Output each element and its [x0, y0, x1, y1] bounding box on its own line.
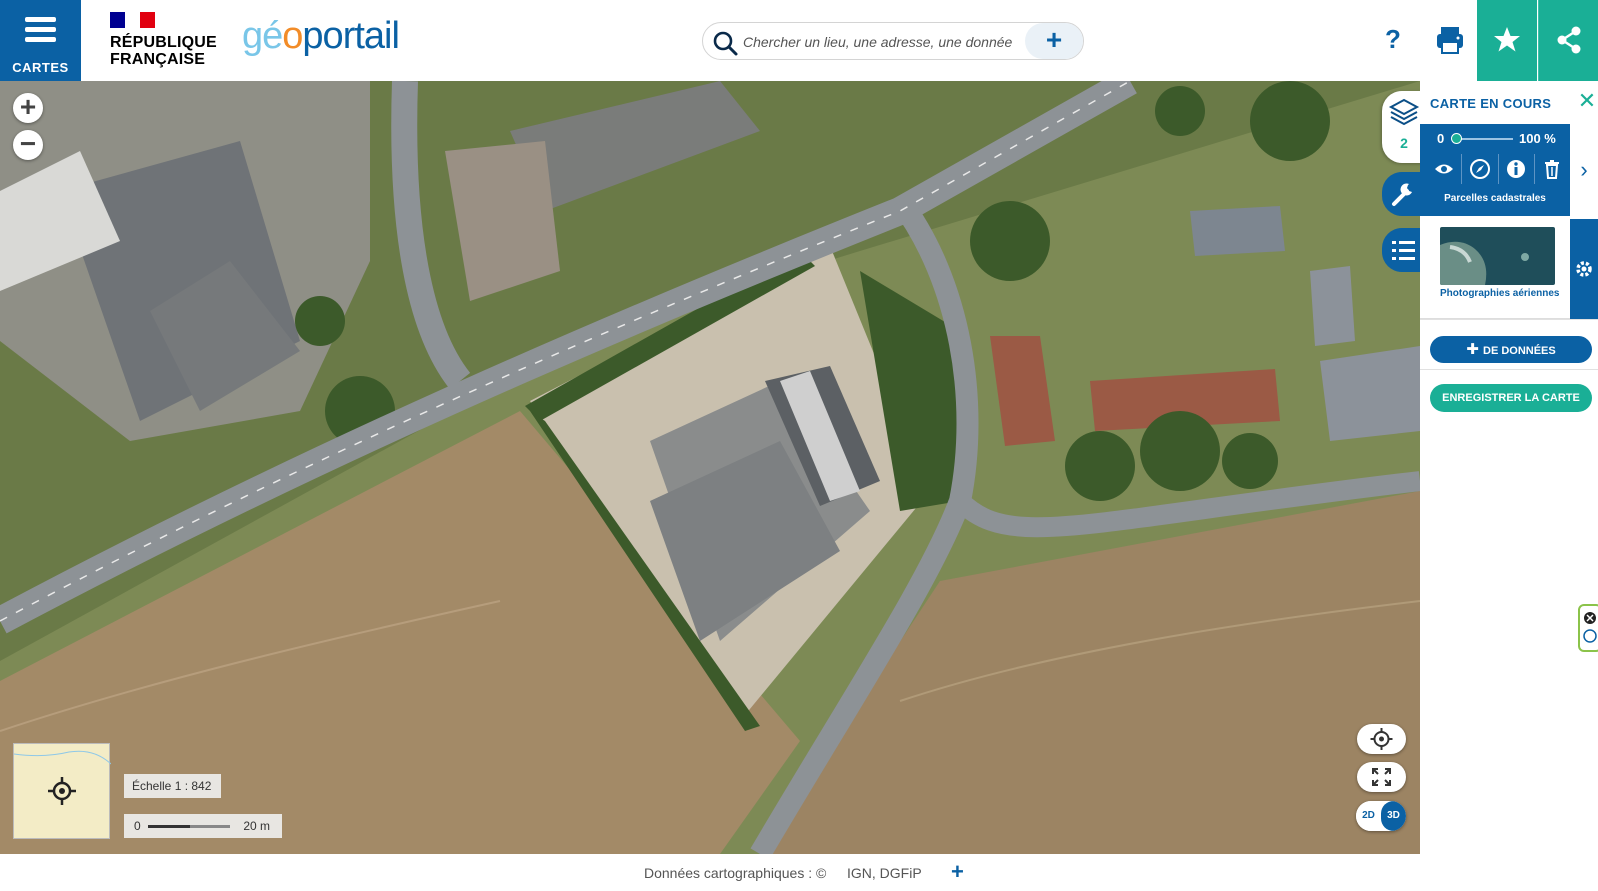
zoom-out-button[interactable]: − — [13, 130, 43, 160]
search-bar: + — [702, 22, 1084, 60]
eye-icon — [1434, 164, 1453, 174]
help-button[interactable]: ? — [1378, 24, 1408, 58]
french-flag-icon — [110, 12, 155, 28]
cartes-menu-label: CARTES — [12, 60, 69, 75]
opacity-slider[interactable] — [1453, 138, 1513, 140]
legend-list-icon — [1392, 241, 1415, 260]
locate-icon — [1370, 728, 1393, 750]
scale-ratio-label: Échelle 1 : 842 — [124, 774, 221, 798]
save-map-button[interactable]: ENREGISTRER LA CARTE — [1430, 384, 1592, 412]
share-button[interactable] — [1538, 0, 1598, 81]
search-icon[interactable] — [711, 29, 739, 57]
plus-icon: ✚ — [1466, 341, 1483, 358]
wrench-icon — [1392, 183, 1412, 206]
search-advanced-plus-button[interactable]: + — [1025, 23, 1083, 59]
aerial-photo-layer — [0, 81, 1420, 854]
remove-layer-button[interactable] — [1535, 154, 1570, 184]
scale-bar: 0 20 m — [124, 814, 282, 838]
layer-card-parcelles: 0 100 % Parcelles cadastrales — [1420, 124, 1570, 216]
republique-line1: RÉPUBLIQUE — [110, 34, 217, 51]
scale-distance: 20 m — [243, 819, 270, 833]
search-input[interactable] — [743, 31, 1018, 53]
star-icon — [1494, 27, 1520, 52]
panel-title: CARTE EN COURS — [1430, 96, 1552, 111]
layer-info-button[interactable] — [1499, 154, 1535, 184]
attribution-more-button[interactable]: + — [951, 859, 964, 885]
current-map-panel: CARTE EN COURS ✕ 0 100 % Parcelles cadas… — [1420, 81, 1598, 891]
cartes-menu-button[interactable]: CARTES — [0, 0, 81, 81]
print-icon[interactable] — [1430, 20, 1470, 60]
chevron-right-icon[interactable]: › — [1570, 124, 1598, 216]
opacity-min-label: 0 — [1437, 131, 1445, 146]
logo-part2: o — [282, 15, 303, 57]
opacity-max-label: 100 % — [1519, 131, 1556, 146]
add-data-button[interactable]: ✚ DE DONNÉES — [1430, 336, 1592, 363]
layer-card-photographies[interactable]: Photographies aériennes — [1420, 219, 1570, 319]
attribution-text: Données cartographiques : © — [644, 865, 827, 881]
layer2-settings-button[interactable] — [1570, 219, 1598, 319]
compass-icon — [1469, 159, 1490, 179]
republique-line2: FRANÇAISE — [110, 51, 206, 68]
logo-part1: gé — [242, 15, 283, 57]
add-data-label: DE DONNÉES — [1483, 345, 1556, 357]
close-icon — [1583, 612, 1597, 643]
mode-3d-button[interactable]: 3D — [1381, 801, 1406, 831]
attribution-sources[interactable]: IGN, DGFiP — [847, 865, 922, 881]
locate-icon — [13, 750, 112, 805]
menu-icon — [25, 17, 56, 43]
scale-line — [148, 825, 230, 828]
fullscreen-icon — [1372, 768, 1391, 786]
overview-minimap[interactable] — [13, 743, 112, 839]
fullscreen-button[interactable] — [1357, 762, 1406, 792]
style-layer-button[interactable] — [1462, 154, 1499, 184]
close-icon[interactable]: ✕ — [1577, 90, 1597, 112]
scale-zero: 0 — [134, 819, 141, 833]
extension-widget[interactable] — [1578, 604, 1598, 652]
logo-part3: portail — [302, 15, 399, 57]
opacity-slider-handle[interactable] — [1451, 133, 1462, 144]
zoom-in-button[interactable]: + — [13, 93, 43, 123]
favorites-button[interactable] — [1477, 0, 1537, 81]
gear-icon — [1576, 261, 1592, 277]
legend-tab[interactable] — [1382, 228, 1424, 272]
layer2-thumbnail[interactable] — [1440, 227, 1555, 285]
layer1-name: Parcelles cadastrales — [1444, 193, 1546, 204]
trash-icon — [1545, 160, 1560, 179]
info-icon — [1507, 160, 1526, 178]
aerial-thumbnail — [1440, 227, 1555, 285]
scale-ratio-text: Échelle 1 : 842 — [132, 779, 212, 793]
geoportail-logo[interactable]: géoportail — [242, 14, 400, 58]
republique-francaise-logo: RÉPUBLIQUE FRANÇAISE — [110, 12, 220, 70]
share-icon — [1557, 26, 1581, 54]
layer2-name: Photographies aériennes — [1440, 288, 1560, 299]
map-view[interactable]: + − Échelle 1 : 842 0 20 m 2D 3D — [0, 81, 1420, 854]
attribution-footer: Données cartographiques : © IGN, DGFiP + — [0, 854, 1420, 891]
mode-2d-button[interactable]: 2D — [1356, 801, 1381, 831]
visibility-toggle-button[interactable] — [1426, 154, 1463, 184]
geolocate-button[interactable] — [1357, 724, 1406, 754]
tools-tab[interactable] — [1382, 172, 1424, 216]
2d-3d-toggle[interactable]: 2D 3D — [1356, 801, 1406, 831]
header: CARTES RÉPUBLIQUE FRANÇAISE géoportail +… — [0, 0, 1598, 81]
